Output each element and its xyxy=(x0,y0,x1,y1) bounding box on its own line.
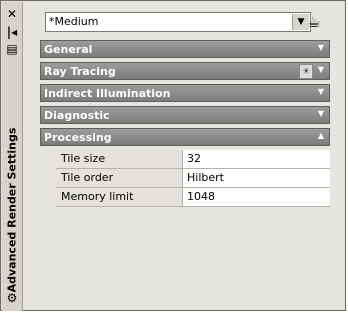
palette-title: Advanced Render Settings xyxy=(5,127,19,292)
chevron-down-icon: ▼ xyxy=(317,43,324,52)
memory-limit-label: Memory limit xyxy=(56,188,183,206)
section-general[interactable]: General ▼ xyxy=(40,40,330,58)
auto-hide-icon[interactable]: |◂ xyxy=(4,25,20,39)
settings-body: *Medium ▼ ☕ General ▼ Ray Tracing ☀ ▼ In… xyxy=(23,2,344,309)
tile-size-label: Tile size xyxy=(56,150,183,168)
render-preset-value: *Medium xyxy=(49,15,99,28)
chevron-down-icon: ▼ xyxy=(317,87,324,96)
advanced-render-settings-window: ✕ |◂ ▤ Advanced Render Settings ⚙ *Mediu… xyxy=(0,0,346,311)
tile-order-label: Tile order xyxy=(56,169,183,187)
lightbulb-icon[interactable]: ☀ xyxy=(299,64,313,79)
processing-property-grid: Tile size 32 Tile order Hilbert Memory l… xyxy=(56,150,330,207)
palette-title-strip: ✕ |◂ ▤ Advanced Render Settings ⚙ xyxy=(2,2,23,311)
chevron-down-icon: ▼ xyxy=(317,109,324,118)
settings-icon[interactable]: ⚙ xyxy=(4,291,20,305)
tile-order-value[interactable]: Hilbert xyxy=(183,169,330,187)
section-diagnostic[interactable]: Diagnostic ▼ xyxy=(40,106,330,124)
render-preset-icon[interactable]: ☕ xyxy=(303,11,325,33)
chevron-down-icon: ▼ xyxy=(317,65,324,74)
memory-limit-value[interactable]: 1048 xyxy=(183,188,330,206)
chevron-up-icon: ▲ xyxy=(317,131,324,140)
section-indirect-illumination[interactable]: Indirect Illumination ▼ xyxy=(40,84,330,102)
section-ray-tracing[interactable]: Ray Tracing ☀ ▼ xyxy=(40,62,330,80)
section-processing[interactable]: Processing ▲ xyxy=(40,128,330,146)
tile-size-value[interactable]: 32 xyxy=(183,150,330,168)
tile-order-row: Tile order Hilbert xyxy=(56,169,330,188)
memory-limit-row: Memory limit 1048 xyxy=(56,188,330,207)
tile-size-row: Tile size 32 xyxy=(56,150,330,169)
properties-icon[interactable]: ▤ xyxy=(4,42,20,56)
render-preset-dropdown[interactable]: *Medium ▼ xyxy=(45,12,311,32)
close-icon[interactable]: ✕ xyxy=(4,7,20,21)
